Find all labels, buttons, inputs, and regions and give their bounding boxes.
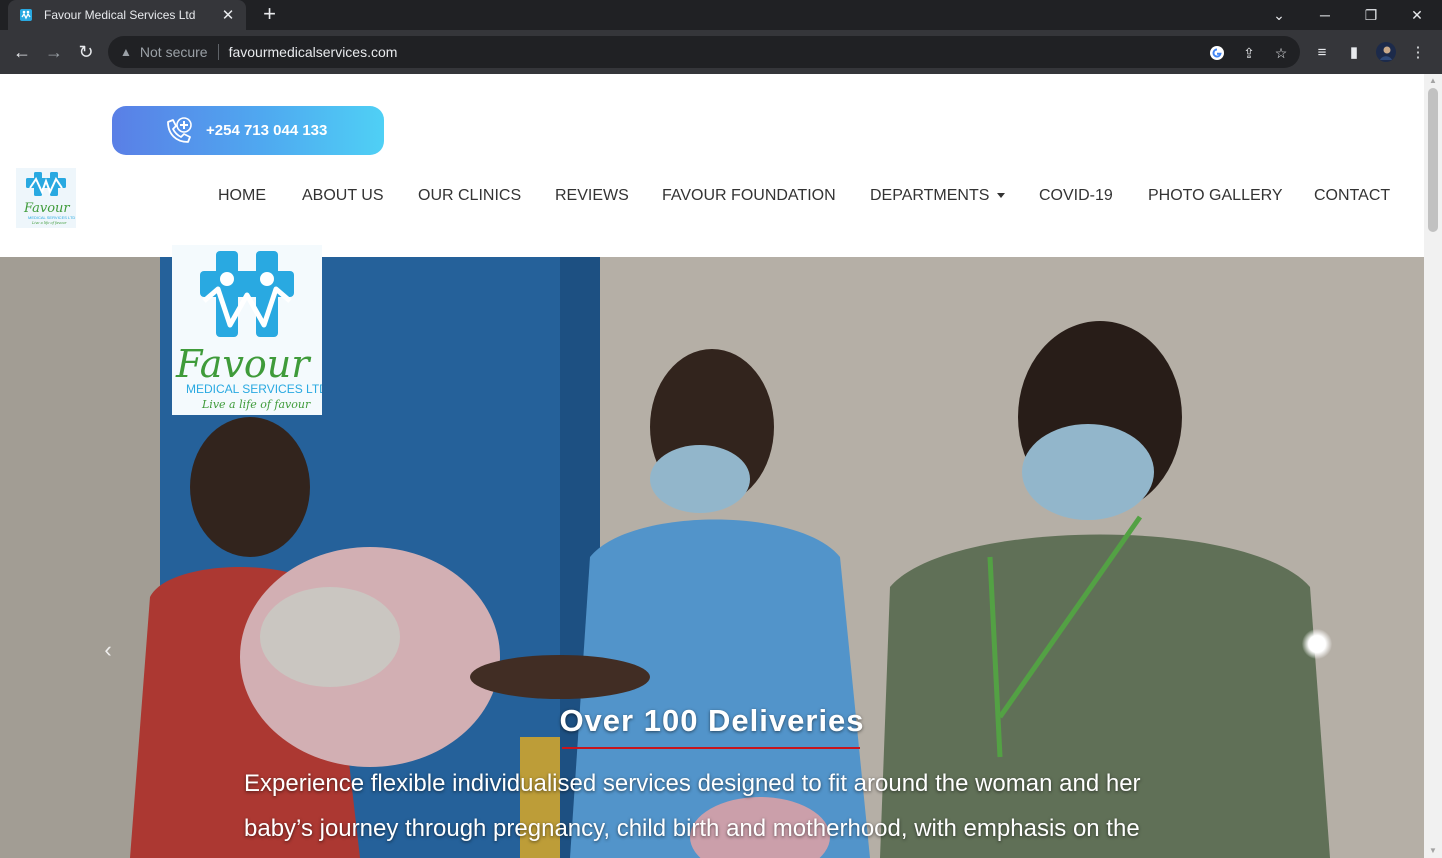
svg-text:Live a life of favour: Live a life of favour [31,221,67,225]
new-tab-button[interactable]: + [256,2,283,27]
site-favicon-icon [18,7,34,23]
svg-text:MEDICAL SERVICES LTD: MEDICAL SERVICES LTD [28,215,75,220]
page-scrollbar[interactable]: ▲ ▼ [1424,74,1442,858]
profile-avatar[interactable] [1374,40,1398,64]
back-icon[interactable]: ← [8,38,36,66]
restore-icon[interactable]: ❐ [1348,0,1394,30]
caption-underline [562,747,860,749]
share-icon[interactable]: ⇪ [1240,44,1258,62]
phone-medical-icon [167,116,192,143]
svg-text:Live a life of favour: Live a life of favour [201,398,311,411]
nav-contact[interactable]: CONTACT [1314,187,1390,205]
browser-tab[interactable]: Favour Medical Services Ltd ✕ [8,0,246,30]
nav-covid-19[interactable]: COVID-19 [1039,187,1113,205]
browser-tab-strip: Favour Medical Services Ltd ✕ + ⌄ ─ ❐ ✕ [0,0,1442,30]
scroll-up-arrow-icon[interactable]: ▲ [1428,76,1438,86]
svg-text:Favour: Favour [23,201,70,216]
security-label[interactable]: Not secure [140,44,208,60]
forward-icon[interactable]: → [40,38,68,66]
svg-text:Favour: Favour [175,342,312,386]
media-controls-icon[interactable]: ≡ [1310,40,1334,64]
nav-departments-label: DEPARTMENTS [870,187,990,204]
reload-icon[interactable]: ↻ [72,38,100,66]
google-lens-icon[interactable] [1208,44,1226,62]
minimize-icon[interactable]: ─ [1302,0,1348,30]
scrollbar-thumb[interactable] [1428,88,1438,232]
not-secure-warning-icon[interactable]: ▲ [120,45,132,59]
web-page: +254 713 044 133 Favour MEDICAL SERVICES… [0,74,1424,858]
dropdown-caret-icon [997,193,1006,199]
url-text[interactable]: favourmedicalservices.com [229,44,398,60]
scroll-down-arrow-icon[interactable]: ▼ [1428,846,1438,856]
browser-menu-icon[interactable]: ⋮ [1406,40,1430,64]
svg-text:MEDICAL SERVICES LTD: MEDICAL SERVICES LTD [186,382,322,396]
site-logo-small[interactable]: Favour MEDICAL SERVICES LTD Live a life … [16,168,76,228]
side-panel-icon[interactable]: ▮ [1342,40,1366,64]
address-bar[interactable]: ▲ Not secure favourmedicalservices.com ⇪… [108,36,1300,68]
nav-home[interactable]: HOME [218,187,266,205]
slider-prev-arrow-icon[interactable]: ‹ [96,635,120,665]
nav-our-clinics[interactable]: OUR CLINICS [418,187,521,205]
bookmark-star-icon[interactable]: ☆ [1272,44,1290,62]
tab-search-icon[interactable]: ⌄ [1256,0,1302,30]
tab-title: Favour Medical Services Ltd [44,8,196,22]
nav-about-us[interactable]: ABOUT US [302,187,384,205]
slider-next-button[interactable] [1302,629,1332,659]
browser-toolbar: ← → ↻ ▲ Not secure favourmedicalservices… [0,30,1442,74]
window-close-icon[interactable]: ✕ [1394,0,1440,30]
phone-number: +254 713 044 133 [206,122,328,139]
nav-photo-gallery[interactable]: PHOTO GALLERY [1148,187,1283,205]
nav-favour-foundation[interactable]: FAVOUR FOUNDATION [662,187,836,205]
nav-reviews[interactable]: REVIEWS [555,187,629,205]
slide-caption-text: Experience flexible individualised servi… [244,770,1141,842]
site-logo-large[interactable]: Favour MEDICAL SERVICES LTD Live a life … [172,245,328,415]
tab-close-icon[interactable]: ✕ [220,6,236,24]
nav-departments[interactable]: DEPARTMENTS [870,187,1006,205]
slide-caption-title: Over 100 Deliveries [559,703,865,738]
omnibox-divider [217,44,219,60]
call-phone-button[interactable]: +254 713 044 133 [112,106,384,155]
